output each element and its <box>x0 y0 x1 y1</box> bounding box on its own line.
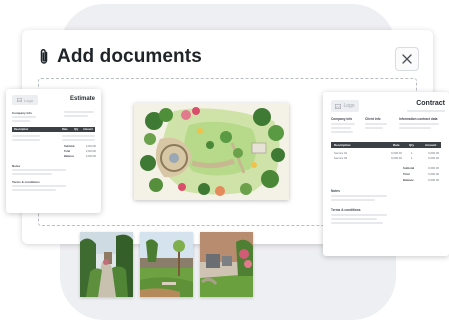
text-line <box>399 127 431 129</box>
paperclip-icon <box>40 48 48 64</box>
terms-label: Terms & conditions <box>331 208 361 212</box>
estimate-table-header: Description Rate Qty Amount <box>12 127 95 132</box>
text-line <box>64 111 94 113</box>
text-line <box>331 131 353 133</box>
total-row: Total 0,000.00 <box>403 172 439 176</box>
balance-row: Balance 0,000.00 <box>403 178 439 182</box>
image-icon <box>17 98 22 102</box>
text-line <box>399 123 439 125</box>
text-line <box>64 115 88 117</box>
text-line <box>407 110 445 112</box>
text-line <box>331 218 377 220</box>
text-line <box>12 116 36 118</box>
landscape-plan-image <box>134 103 289 200</box>
text-line <box>12 185 66 187</box>
text-line <box>331 222 383 224</box>
table-row <box>62 139 95 141</box>
company-info-label: Company info <box>12 111 32 115</box>
text-line <box>331 195 387 197</box>
modal-title: Add documents <box>57 46 202 67</box>
table-row <box>12 135 40 137</box>
text-line <box>12 120 30 122</box>
contract-title: Contract <box>416 100 445 107</box>
estimate-title: Estimate <box>69 96 95 102</box>
table-row <box>62 135 95 137</box>
text-line <box>365 127 383 129</box>
text-line <box>12 169 66 171</box>
company-info-label: Company info <box>331 117 353 121</box>
image-icon <box>335 103 342 109</box>
text-line <box>331 199 375 201</box>
modal-header: Add documents <box>38 46 202 68</box>
logo-placeholder: Logo <box>12 95 38 105</box>
text-line <box>12 173 52 175</box>
subtotal-row: Subtotal 0,000.00 <box>403 166 439 170</box>
total-row: Total 0,000.00 <box>64 150 96 153</box>
garden-lawn-photo <box>140 232 193 297</box>
table-row <box>12 139 40 141</box>
text-line <box>12 189 56 191</box>
text-line <box>331 123 355 125</box>
contract-data-label: Information contract data <box>399 117 438 121</box>
subtotal-row: Subtotal 0,000.00 <box>64 145 96 148</box>
text-line <box>331 214 387 216</box>
contract-table-header: Description Rate Qty Amount <box>331 142 441 148</box>
contract-document: Logo Contract Company info Client info I… <box>323 92 449 256</box>
balance-row: Balance 0,000.00 <box>64 155 96 158</box>
garden-path-photo <box>80 232 133 297</box>
text-line <box>331 127 351 129</box>
table-row: Service #1 0,000.00 1 0,000.00 <box>334 151 439 155</box>
terms-label: Terms & conditions <box>12 180 40 184</box>
notes-label: Notes <box>331 189 340 193</box>
close-icon <box>402 54 412 64</box>
close-button[interactable] <box>395 47 419 71</box>
garden-patio-photo <box>200 232 253 297</box>
logo-placeholder: Logo <box>331 100 359 112</box>
text-line <box>365 123 387 125</box>
estimate-document: Logo Estimate Company info Description R… <box>6 89 101 213</box>
table-row: Service #2 0,000.00 1 0,000.00 <box>334 156 439 160</box>
notes-label: Notes <box>12 164 21 168</box>
client-info-label: Client info <box>365 117 381 121</box>
